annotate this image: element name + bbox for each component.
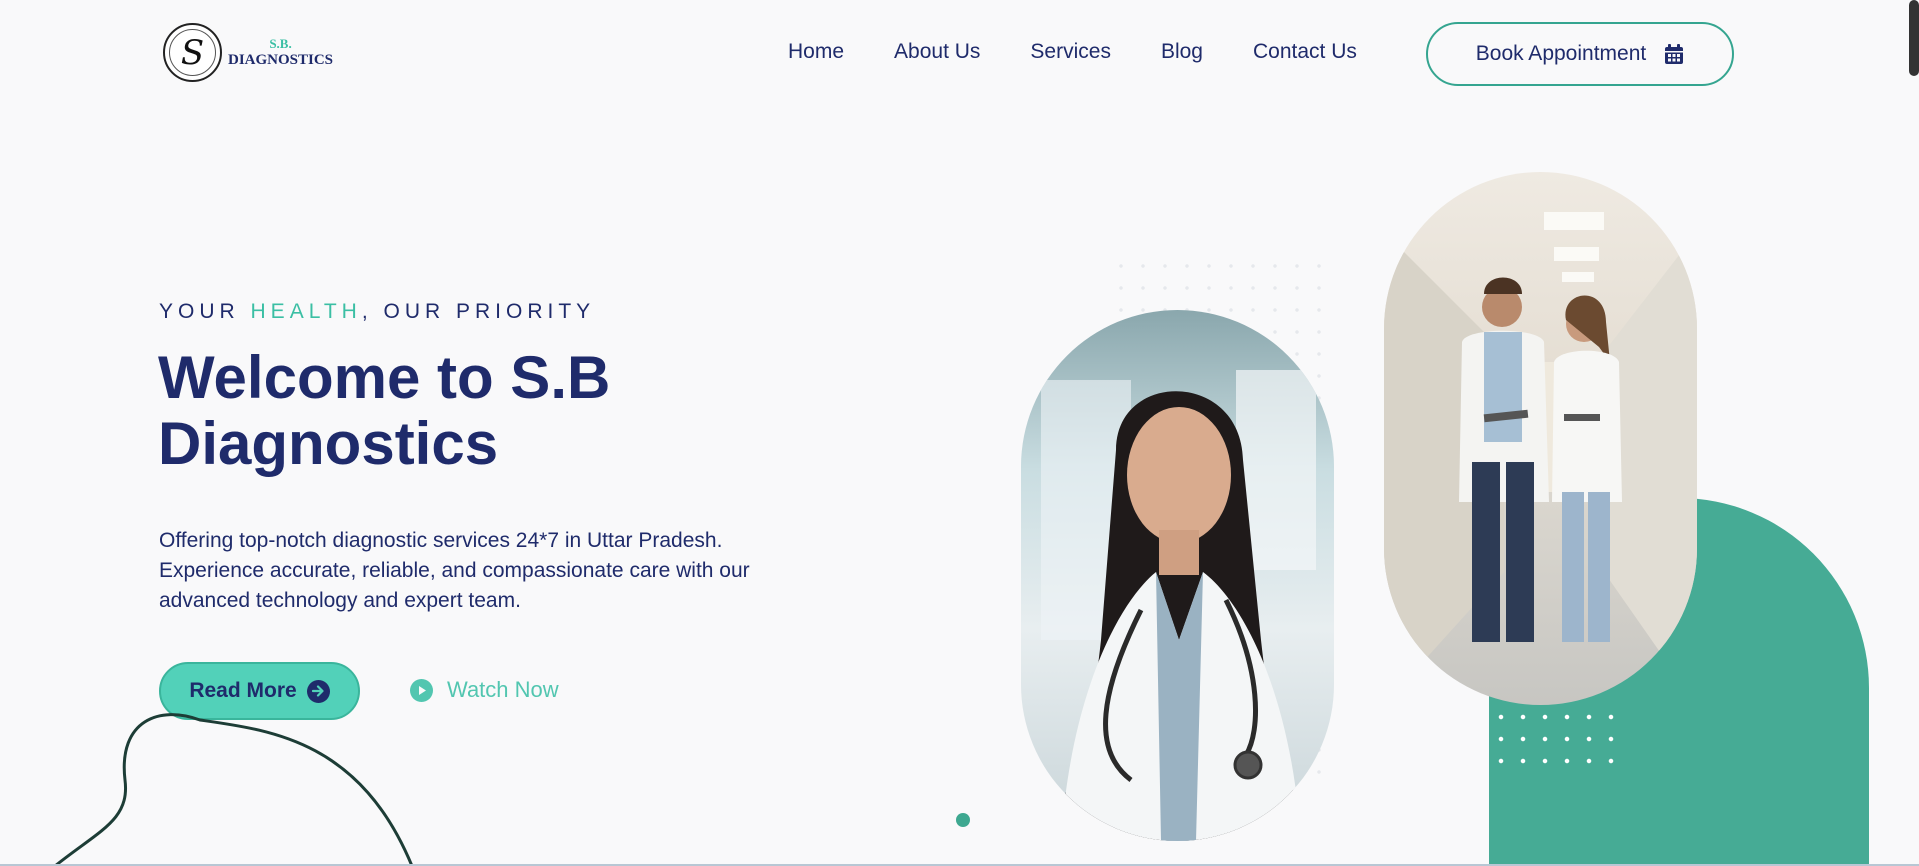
- dot-grid-decoration: [1490, 706, 1620, 766]
- book-appointment-button[interactable]: Book Appointment: [1426, 22, 1734, 86]
- doctors-walking-hallway-image: [1384, 172, 1697, 705]
- eyebrow-post: , OUR PRIORITY: [361, 300, 596, 323]
- site-logo[interactable]: S S.B. DIAGNOSTICS: [163, 23, 333, 82]
- logo-line-2: DIAGNOSTICS: [228, 52, 334, 69]
- watch-now-label: Watch Now: [447, 677, 559, 702]
- logo-wordmark: S.B. DIAGNOSTICS: [228, 36, 333, 70]
- scrollbar-thumb[interactable]: [1909, 0, 1919, 76]
- nav-services[interactable]: Services: [1030, 40, 1111, 64]
- calendar-icon: [1665, 43, 1684, 64]
- nav-about-us[interactable]: About Us: [894, 40, 980, 64]
- watch-now-link[interactable]: Watch Now: [410, 677, 559, 703]
- carousel-indicator-dot[interactable]: [956, 813, 970, 827]
- main-nav: Home About Us Services Blog Contact Us: [788, 40, 1357, 64]
- eyebrow-highlight: HEALTH: [250, 300, 362, 323]
- hero-eyebrow: YOUR HEALTH, OUR PRIORITY: [159, 300, 595, 324]
- play-icon: [410, 678, 433, 702]
- doctor-portrait-image: [1021, 310, 1334, 841]
- nav-home[interactable]: Home: [788, 40, 844, 64]
- nav-blog[interactable]: Blog: [1161, 40, 1203, 64]
- nav-contact-us[interactable]: Contact Us: [1253, 40, 1357, 64]
- hero-title: Welcome to S.B Diagnostics: [158, 344, 611, 477]
- hero-description: Offering top-notch diagnostic services 2…: [159, 529, 750, 612]
- logo-line-1: S.B.: [269, 35, 292, 51]
- decorative-curve: [54, 713, 414, 866]
- book-appointment-label: Book Appointment: [1475, 42, 1647, 65]
- eyebrow-pre: YOUR: [159, 300, 251, 323]
- sb-monogram-logo-icon: S: [163, 23, 222, 82]
